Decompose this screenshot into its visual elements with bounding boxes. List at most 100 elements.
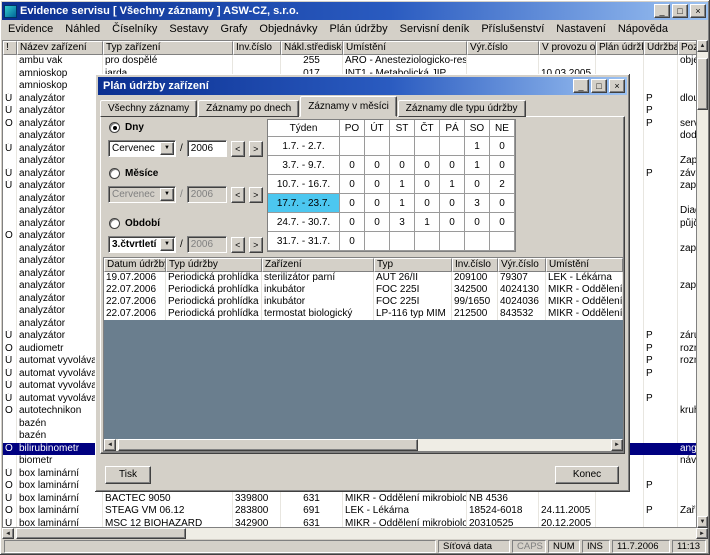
radio-dny[interactable]: Dny	[109, 122, 144, 133]
cell	[644, 318, 678, 331]
radio-icon[interactable]	[109, 168, 120, 179]
column-header[interactable]: Typ zařízení	[103, 41, 233, 55]
next-button[interactable]: >	[249, 237, 263, 253]
records-horizontal-scrollbar[interactable]: ◄ ►	[104, 439, 623, 451]
cell: 342500	[452, 284, 498, 296]
prev-button[interactable]: <	[231, 187, 245, 203]
chevron-down-icon[interactable]: ▼	[160, 188, 174, 201]
print-button[interactable]: Tisk	[105, 466, 151, 484]
minimize-button[interactable]: _	[654, 4, 670, 18]
column-header[interactable]: Typ údržby	[166, 258, 262, 272]
dialog-close-button[interactable]: ×	[609, 79, 625, 93]
column-header[interactable]: Umístění	[546, 258, 623, 272]
scroll-left-icon[interactable]: ◄	[104, 439, 116, 451]
scrollbar-thumb[interactable]	[118, 439, 418, 451]
record-row[interactable]: 22.07.2006Periodická prohlídkainkubátorF…	[104, 284, 623, 296]
week-row[interactable]: 24.7. - 30.7.0031000	[268, 213, 515, 232]
radio-icon[interactable]	[109, 218, 120, 229]
column-header[interactable]: Nákl.středisko	[281, 41, 343, 55]
week-row[interactable]: 10.7. - 16.7.0010102	[268, 175, 515, 194]
column-header[interactable]: Výr.číslo	[467, 41, 539, 55]
scroll-right-icon[interactable]: ►	[696, 528, 708, 539]
scroll-up-icon[interactable]: ▲	[697, 40, 708, 52]
dialog-minimize-button[interactable]: _	[573, 79, 589, 93]
table-row[interactable]: Úbox laminárníBACTEC 9050339800631MIKR -…	[3, 493, 696, 506]
column-header[interactable]: Inv.číslo	[452, 258, 498, 272]
column-header[interactable]: Výr.číslo	[498, 258, 546, 272]
scrollbar-track[interactable]	[116, 439, 611, 451]
menu-item[interactable]: Náhled	[59, 23, 106, 35]
menu-item[interactable]: Evidence	[2, 23, 59, 35]
vertical-scrollbar[interactable]: ▲ ▼	[697, 40, 708, 528]
scroll-left-icon[interactable]: ◄	[2, 528, 14, 539]
dialog-maximize-button[interactable]: □	[591, 79, 607, 93]
menu-item[interactable]: Objednávky	[253, 23, 323, 35]
column-header[interactable]: V provozu od	[539, 41, 596, 55]
separator: /	[180, 239, 183, 250]
cell	[644, 243, 678, 256]
menu-item[interactable]: Plán údržby	[324, 23, 394, 35]
radio-icon[interactable]	[109, 122, 120, 133]
menu-item[interactable]: Příslušenství	[475, 23, 550, 35]
year-field[interactable]: 2006	[187, 140, 227, 157]
week-row[interactable]: 3.7. - 9.7.0000010	[268, 156, 515, 175]
column-header[interactable]: Datum údržby	[104, 258, 166, 272]
quarter-combobox[interactable]: 3.čtvrtletí ▼	[108, 236, 176, 253]
cell: bazén	[17, 430, 103, 443]
table-row[interactable]: Obox laminárníSTEAG VM 06.12283800691LEK…	[3, 505, 696, 518]
scrollbar-thumb[interactable]	[16, 528, 186, 539]
radio-obdobi[interactable]: Období	[109, 218, 160, 229]
prev-button[interactable]: <	[231, 141, 245, 157]
horizontal-scrollbar[interactable]: ◄ ►	[2, 528, 708, 539]
table-row[interactable]: ambu vakpro dospělé255ARO - Anesteziolog…	[3, 55, 696, 68]
scroll-down-icon[interactable]: ▼	[697, 516, 708, 528]
chevron-down-icon[interactable]: ▼	[160, 142, 174, 155]
column-header[interactable]: Typ	[374, 258, 452, 272]
scrollbar-thumb[interactable]	[697, 58, 708, 110]
column-header[interactable]: Umístění	[343, 41, 467, 55]
menu-item[interactable]: Číselníky	[106, 23, 163, 35]
record-row[interactable]: 22.07.2006Periodická prohlídkatermostat …	[104, 308, 623, 320]
main-titlebar[interactable]: Evidence servisu [ Všechny záznamy ] ASW…	[2, 2, 708, 20]
dialog-titlebar[interactable]: Plán údržby zařízení _ □ ×	[98, 77, 627, 95]
next-button[interactable]: >	[249, 141, 263, 157]
next-button[interactable]: >	[249, 187, 263, 203]
cell: 99/1650	[452, 296, 498, 308]
menu-item[interactable]: Sestavy	[163, 23, 214, 35]
column-header[interactable]: Pozná	[678, 41, 697, 55]
tab[interactable]: Záznamy dle typu údržby	[398, 100, 526, 117]
scrollbar-track[interactable]	[14, 528, 696, 539]
menu-item[interactable]: Servisní deník	[394, 23, 476, 35]
week-row[interactable]: 17.7. - 23.7.0010030	[268, 194, 515, 213]
column-header[interactable]: !	[3, 41, 17, 55]
column-header[interactable]: Inv.číslo	[233, 41, 281, 55]
chevron-down-icon[interactable]: ▼	[160, 238, 174, 251]
week-row[interactable]: 31.7. - 31.7.0	[268, 232, 515, 251]
column-header[interactable]: Údržba	[644, 41, 678, 55]
column-header[interactable]: Plán údržby	[596, 41, 644, 55]
close-button[interactable]: ×	[690, 4, 706, 18]
column-header[interactable]: Název zařízení	[17, 41, 103, 55]
week-row[interactable]: 1.7. - 2.7.10	[268, 137, 515, 156]
menu-item[interactable]: Nastavení	[550, 23, 612, 35]
tab[interactable]: Záznamy v měsíci	[300, 96, 397, 117]
year-field[interactable]: 2006	[187, 236, 227, 253]
record-row[interactable]: 22.07.2006Periodická prohlídkainkubátorF…	[104, 296, 623, 308]
record-row[interactable]: 19.07.2006Periodická prohlídkasterilizát…	[104, 272, 623, 284]
prev-button[interactable]: <	[231, 237, 245, 253]
tab[interactable]: Záznamy po dnech	[198, 100, 299, 117]
year-field[interactable]: 2006	[187, 186, 227, 203]
column-header[interactable]: Zařízení	[262, 258, 374, 272]
month-combobox[interactable]: Červenec ▼	[108, 186, 176, 203]
table-row[interactable]: Úbox laminárníMSC 12 BIOHAZARD342900631M…	[3, 518, 696, 529]
close-dialog-button[interactable]: Konec	[555, 466, 619, 484]
maximize-button[interactable]: □	[672, 4, 688, 18]
radio-mesice[interactable]: Měsíce	[109, 168, 158, 179]
month-combobox[interactable]: Červenec ▼	[108, 140, 176, 157]
scroll-right-icon[interactable]: ►	[611, 439, 623, 451]
menu-item[interactable]: Grafy	[215, 23, 254, 35]
menu-item[interactable]: Nápověda	[612, 23, 674, 35]
scrollbar-track[interactable]	[697, 52, 708, 516]
cell	[678, 268, 696, 281]
tab[interactable]: Všechny záznamy	[100, 100, 197, 117]
